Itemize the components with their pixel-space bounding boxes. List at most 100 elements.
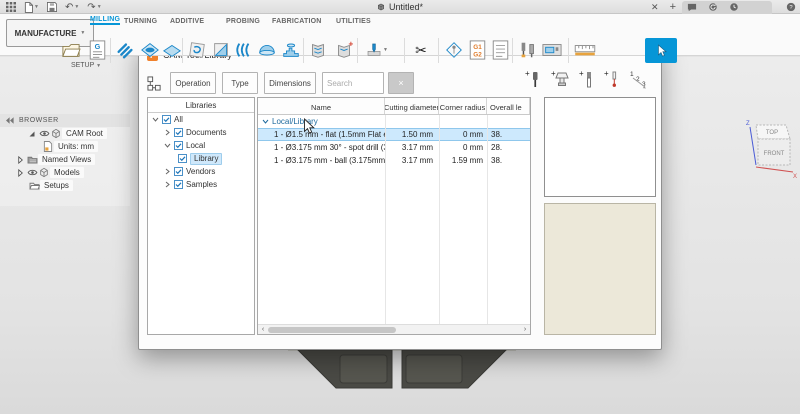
filter-operation-button[interactable]: Operation — [170, 72, 216, 94]
viewcube-front-face[interactable]: FRONT — [764, 151, 785, 157]
tab-probing[interactable]: PROBING — [226, 14, 260, 25]
library-node-label[interactable]: Documents — [186, 128, 226, 137]
redo-icon[interactable]: ↷▼ — [87, 2, 101, 13]
browser-item-setups[interactable]: Setups — [0, 179, 130, 192]
measure-icon[interactable] — [574, 39, 596, 61]
select-tool-button[interactable] — [645, 38, 677, 63]
tab-turning[interactable]: TURNING — [124, 14, 157, 25]
history-clock-icon[interactable] — [729, 2, 739, 12]
browser-item-label[interactable]: Models — [50, 167, 84, 178]
slot-milling-icon[interactable] — [232, 39, 254, 61]
library-node-label[interactable]: Library — [190, 153, 222, 165]
sync-icon[interactable] — [708, 2, 718, 12]
browser-item-label[interactable]: Named Views — [38, 154, 95, 165]
renumber-tools-icon[interactable]: 123 — [629, 69, 649, 90]
comments-bubble-icon[interactable] — [687, 3, 697, 12]
tab-fabrication[interactable]: FABRICATION — [272, 14, 322, 25]
new-probe-icon[interactable]: + — [604, 69, 620, 90]
chevron-right-icon[interactable] — [163, 129, 171, 136]
browser-item-units[interactable]: Units: mm — [0, 140, 130, 153]
generate-gcode-icon[interactable]: G — [86, 39, 108, 61]
view-mode-icon[interactable] — [147, 76, 162, 91]
setup-group-label[interactable]: SETUP ▼ — [58, 62, 114, 69]
chevron-down-icon[interactable] — [262, 118, 269, 125]
browser-item-label[interactable]: CAM Root — [62, 128, 107, 139]
chevron-down-icon[interactable] — [163, 142, 171, 149]
tool-row-spot-drill[interactable]: 1 - Ø3.175 mm 30° - spot drill (3... 3.1… — [258, 141, 530, 154]
checkbox-checked-icon[interactable] — [174, 141, 183, 150]
tool-row-flat-endmill[interactable]: 1 - Ø1.5 mm - flat (1.5mm Flat e... 1.50… — [258, 128, 530, 141]
drill-icon[interactable]: ▼ — [366, 39, 388, 61]
2d-contour-icon[interactable] — [186, 39, 208, 61]
machine-library-icon[interactable] — [541, 39, 563, 61]
g1g2-simulation-icon[interactable]: G1G2 — [466, 39, 488, 61]
visibility-eye-icon[interactable] — [26, 169, 38, 176]
new-holder-icon[interactable]: + — [551, 69, 570, 90]
dome-finishing-icon[interactable] — [256, 39, 278, 61]
filter-dimensions-button[interactable]: Dimensions — [264, 72, 316, 94]
filter-type-button[interactable]: Type — [222, 72, 258, 94]
horizontal-scrollbar[interactable]: ‹ › — [258, 324, 530, 334]
library-node-label[interactable]: Samples — [186, 180, 217, 189]
expanded-arrow-icon[interactable] — [26, 130, 38, 138]
collapse-panel-icon[interactable] — [6, 117, 14, 124]
collapsed-arrow-icon[interactable] — [14, 156, 26, 164]
chevron-right-icon[interactable] — [163, 168, 171, 175]
new-mill-tool-icon[interactable]: + — [525, 69, 542, 90]
viewcube[interactable]: TOP FRONT Z X — [738, 115, 798, 181]
help-icon[interactable]: ? — [786, 2, 796, 12]
pocket-clearing-icon[interactable] — [139, 39, 161, 61]
tab-milling[interactable]: MILLING — [90, 14, 120, 25]
scroll-left-icon[interactable]: ‹ — [258, 325, 268, 334]
browser-item-label[interactable]: Units: mm — [54, 141, 98, 152]
library-node-all[interactable]: All — [148, 113, 254, 126]
library-node-local[interactable]: Local — [148, 139, 254, 152]
tab-additive[interactable]: ADDITIVE — [170, 14, 204, 25]
checkbox-checked-icon[interactable] — [162, 115, 171, 124]
tool-library-icon[interactable] — [517, 39, 539, 61]
browser-panel-header[interactable]: BROWSER — [0, 114, 130, 127]
viewcube-top-face[interactable]: TOP — [766, 130, 778, 136]
checkbox-checked-icon[interactable] — [174, 128, 183, 137]
library-node-vendors[interactable]: Vendors — [148, 165, 254, 178]
checkbox-checked-icon[interactable] — [178, 154, 187, 163]
inspect-icon[interactable] — [443, 39, 465, 61]
library-node-label[interactable]: Vendors — [186, 167, 215, 176]
app-grid-icon[interactable] — [6, 2, 16, 12]
browser-item-named-views[interactable]: Named Views — [0, 153, 130, 166]
spiral-finishing-icon[interactable] — [280, 39, 302, 61]
checkbox-checked-icon[interactable] — [174, 180, 183, 189]
library-node-documents[interactable]: Documents — [148, 126, 254, 139]
tool-row-ball-endmill[interactable]: 1 - Ø3.175 mm - ball (3.175mm ... 3.17 m… — [258, 154, 530, 167]
new-operation-icon[interactable]: + — [333, 39, 355, 61]
scrollbar-thumb[interactable] — [268, 327, 396, 333]
collapsed-arrow-icon[interactable] — [14, 169, 26, 177]
3d-model-part[interactable] — [288, 344, 516, 392]
browser-item-models[interactable]: Models — [0, 166, 130, 179]
new-turning-tool-icon[interactable]: + — [579, 69, 595, 90]
column-header-cutting-diameter[interactable]: Cutting diameter — [385, 98, 439, 114]
library-node-label[interactable]: Local — [186, 141, 205, 150]
clear-search-button[interactable]: × — [388, 72, 414, 94]
scroll-right-icon[interactable]: › — [520, 325, 530, 334]
new-setup-icon[interactable] — [60, 39, 82, 61]
undo-icon[interactable]: ↶▼ — [65, 2, 79, 13]
column-header-name[interactable]: ˆName — [258, 98, 385, 114]
visibility-eye-icon[interactable] — [38, 130, 50, 137]
column-header-overall-length[interactable]: Overall le — [487, 98, 530, 114]
library-node-samples[interactable]: Samples — [148, 178, 254, 191]
checkbox-checked-icon[interactable] — [174, 167, 183, 176]
browser-item-cam-root[interactable]: CAM Root — [0, 127, 130, 140]
browser-item-label[interactable]: Setups — [40, 180, 73, 191]
face-milling-icon[interactable] — [161, 39, 183, 61]
ramp-icon[interactable] — [210, 39, 232, 61]
table-group-row[interactable]: Local/Library — [258, 115, 530, 128]
setup-sheet-icon[interactable] — [489, 39, 511, 61]
new-tab-icon[interactable]: + — [670, 1, 676, 13]
toolpath-edit-icon[interactable] — [307, 39, 329, 61]
tab-utilities[interactable]: UTILITIES — [336, 14, 371, 25]
library-node-library[interactable]: Library — [148, 152, 254, 165]
chevron-right-icon[interactable] — [163, 181, 171, 188]
save-icon[interactable] — [47, 2, 57, 12]
file-menu-icon[interactable]: ▼ — [24, 2, 39, 13]
